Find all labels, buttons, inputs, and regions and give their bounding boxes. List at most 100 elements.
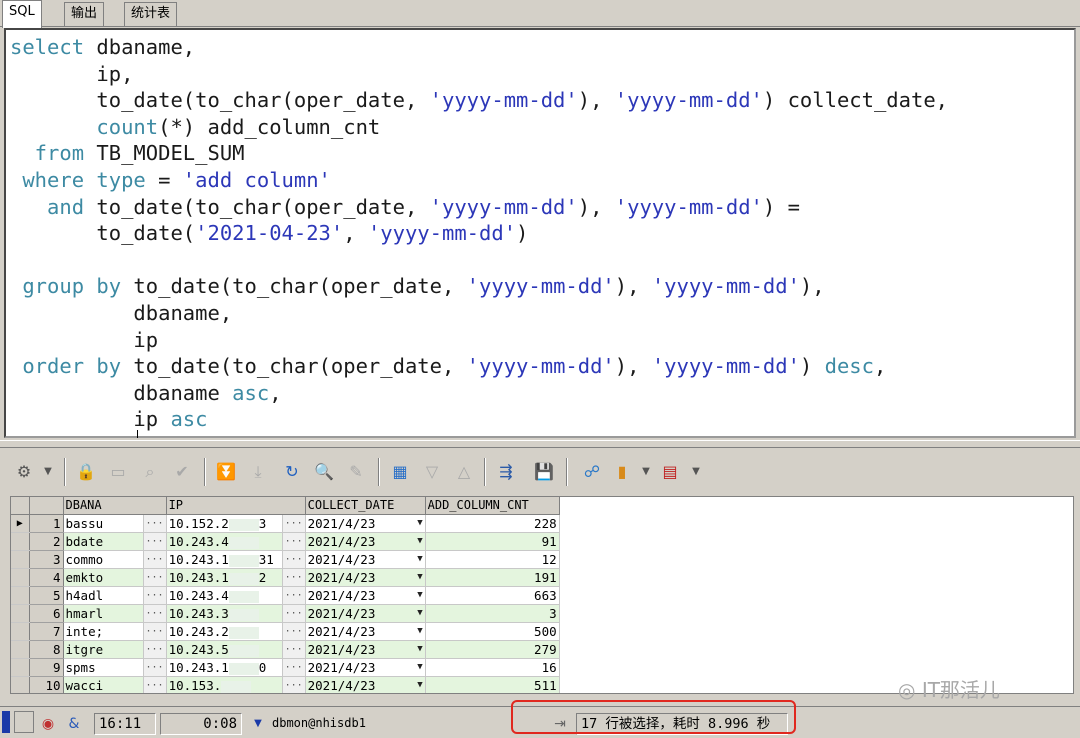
clear-records-icon[interactable]: ✎ (346, 462, 366, 482)
row-number[interactable]: 1 (29, 514, 64, 534)
table-row[interactable]: 3 commo ··· 10.243.1 31 ··· 2021/4/23 ▼ 12 (11, 550, 560, 570)
cell-ip[interactable]: 10.243.4 (166, 586, 283, 606)
cell-edit-button[interactable]: ··· (282, 604, 306, 624)
cell-dbaname[interactable]: hmarl (63, 604, 144, 624)
cell-add-column-cnt[interactable]: 91 (425, 532, 560, 552)
cell-dbaname[interactable]: inte; (63, 622, 144, 642)
table-icon[interactable]: ▤ (660, 462, 680, 482)
cell-add-column-cnt[interactable]: 663 (425, 586, 560, 606)
next-icon[interactable]: △ (454, 462, 474, 482)
cell-edit-button[interactable]: ··· (282, 532, 306, 552)
cell-edit-button[interactable]: ··· (282, 568, 306, 588)
table-row[interactable]: 5 h4adl ··· 10.243.4 ··· 2021/4/23 ▼ 663 (11, 586, 560, 606)
cell-add-column-cnt[interactable]: 191 (425, 568, 560, 588)
previous-icon[interactable]: ▽ (422, 462, 442, 482)
column-header-collect-date[interactable]: COLLECT_DATE (305, 497, 426, 516)
chevron-down-icon[interactable]: ▼ (417, 623, 422, 640)
row-number[interactable]: 8 (29, 640, 64, 660)
cell-edit-button[interactable]: ··· (143, 640, 167, 660)
cell-dbaname[interactable]: commo (63, 550, 144, 570)
cell-collect-date[interactable]: 2021/4/23 ▼ (305, 676, 426, 693)
transaction-icon[interactable]: ◉ (40, 715, 56, 733)
row-number[interactable]: 3 (29, 550, 64, 570)
cell-add-column-cnt[interactable]: 12 (425, 550, 560, 570)
sql-code[interactable]: select dbaname, ip, to_date(to_char(oper… (10, 34, 1070, 436)
chevron-down-icon[interactable]: ▼ (417, 551, 422, 568)
chevron-down-icon[interactable]: ▼ (417, 515, 422, 532)
cell-edit-button[interactable]: ··· (143, 532, 167, 552)
cell-add-column-cnt[interactable]: 279 (425, 640, 560, 660)
save-icon[interactable]: 💾 (534, 462, 554, 482)
cell-ip[interactable]: 10.152.2 3 (166, 514, 283, 534)
cell-ip[interactable]: 10.243.5 (166, 640, 283, 660)
tab-statistics[interactable]: 统计表 (124, 2, 178, 26)
cell-edit-button[interactable]: ··· (282, 676, 306, 693)
tab-output[interactable]: 输出 (64, 2, 105, 26)
cell-ip[interactable]: 10.153. (166, 676, 283, 693)
last-record-icon[interactable]: ⤓ (248, 462, 268, 482)
cell-ip[interactable]: 10.243.2 (166, 622, 283, 642)
cell-collect-date[interactable]: 2021/4/23 ▼ (305, 532, 426, 552)
chevron-down-icon[interactable]: ▼ (250, 715, 266, 733)
cell-edit-button[interactable]: ··· (282, 658, 306, 678)
chevron-down-icon[interactable]: ▼ (417, 587, 422, 604)
chevron-down-icon[interactable]: ▼ (417, 605, 422, 622)
cell-edit-button[interactable]: ··· (282, 586, 306, 606)
cell-dbaname[interactable]: itgre (63, 640, 144, 660)
cell-edit-button[interactable]: ··· (143, 586, 167, 606)
table-row[interactable]: 10 wacci ··· 10.153. ··· 2021/4/23 ▼ 511 (11, 676, 560, 693)
single-record-view-icon[interactable]: ▦ (390, 462, 410, 482)
cell-add-column-cnt[interactable]: 16 (425, 658, 560, 678)
cell-collect-date[interactable]: 2021/4/23 ▼ (305, 514, 426, 534)
pane-splitter[interactable] (0, 440, 1080, 448)
grid-options-icon[interactable]: ⚙ (14, 462, 34, 482)
chevron-down-icon[interactable]: ▼ (417, 677, 422, 693)
cell-ip[interactable]: 10.243.1 2 (166, 568, 283, 588)
cell-edit-button[interactable]: ··· (143, 622, 167, 642)
post-changes-icon[interactable]: ✔ (172, 462, 192, 482)
cell-ip[interactable]: 10.243.4 (166, 532, 283, 552)
find-icon[interactable]: 🔍 (314, 462, 334, 482)
chevron-down-icon[interactable]: ▼ (417, 569, 422, 586)
cell-collect-date[interactable]: 2021/4/23 ▼ (305, 550, 426, 570)
row-number[interactable]: 7 (29, 622, 64, 642)
row-number[interactable]: 6 (29, 604, 64, 624)
cell-edit-button[interactable]: ··· (282, 514, 306, 534)
cell-dbaname[interactable]: wacci (63, 676, 144, 693)
cell-add-column-cnt[interactable]: 500 (425, 622, 560, 642)
cell-collect-date[interactable]: 2021/4/23 ▼ (305, 604, 426, 624)
row-number[interactable]: 10 (29, 676, 64, 693)
chart-icon[interactable]: ▮ (612, 462, 632, 482)
table-row[interactable]: 9 spms ··· 10.243.1 0 ··· 2021/4/23 ▼ 16 (11, 658, 560, 678)
table-row[interactable]: 2 bdate ··· 10.243.4 ··· 2021/4/23 ▼ 91 (11, 532, 560, 552)
table-row[interactable]: 8 itgre ··· 10.243.5 ··· 2021/4/23 ▼ 279 (11, 640, 560, 660)
cell-collect-date[interactable]: 2021/4/23 ▼ (305, 658, 426, 678)
cell-dbaname[interactable]: bassu (63, 514, 144, 534)
table-row[interactable]: 6 hmarl ··· 10.243.3 ··· 2021/4/23 ▼ 3 (11, 604, 560, 624)
cell-edit-button[interactable]: ··· (282, 550, 306, 570)
cell-dbaname[interactable]: emkto (63, 568, 144, 588)
tab-sql[interactable]: SQL (2, 0, 42, 28)
next-record-icon[interactable]: ⏬ (216, 462, 236, 482)
chevron-down-icon[interactable]: ▼ (686, 462, 706, 482)
cell-edit-button[interactable]: ··· (143, 658, 167, 678)
table-row[interactable]: ▶ 1 bassu ··· 10.152.2 3 ··· 2021/4/23 ▼ 228 (11, 514, 560, 534)
chevron-down-icon[interactable]: ▼ (417, 533, 422, 550)
column-header-add-column-cnt[interactable]: ADD_COLUMN_CNT (425, 497, 560, 516)
cell-edit-button[interactable]: ··· (282, 622, 306, 642)
connect-icon[interactable]: ☍ (582, 462, 602, 482)
column-header-dbaname[interactable]: DBANA (63, 497, 167, 516)
row-number[interactable]: 5 (29, 586, 64, 606)
lock-icon[interactable]: 🔒 (76, 462, 96, 482)
export-icon[interactable]: ⇶ (496, 462, 516, 482)
row-number[interactable]: 4 (29, 568, 64, 588)
cell-add-column-cnt[interactable]: 228 (425, 514, 560, 534)
cell-dbaname[interactable]: spms (63, 658, 144, 678)
cell-ip[interactable]: 10.243.1 0 (166, 658, 283, 678)
refresh-icon[interactable]: ↻ (282, 462, 302, 482)
cell-edit-button[interactable]: ··· (143, 550, 167, 570)
cell-edit-button[interactable]: ··· (143, 676, 167, 693)
chevron-down-icon[interactable]: ▼ (636, 462, 656, 482)
cell-collect-date[interactable]: 2021/4/23 ▼ (305, 640, 426, 660)
cell-edit-button[interactable]: ··· (143, 514, 167, 534)
